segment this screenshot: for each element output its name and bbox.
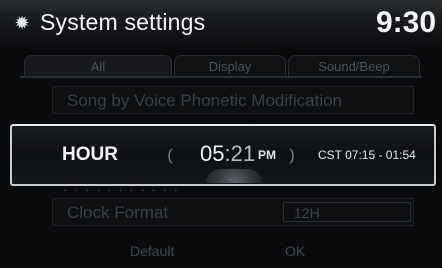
clock-display: 9:30 <box>375 6 436 39</box>
tab-display[interactable]: Display <box>174 55 286 78</box>
list-item-clock-format[interactable]: Clock Format 12H <box>52 198 414 226</box>
time-value: 05:21 <box>200 141 255 167</box>
title-bar: ✹ System settings 9:30 <box>0 0 442 48</box>
settings-tabs: All Display Sound/Beep <box>24 55 420 78</box>
popup-highlight <box>12 124 434 126</box>
dial-knob-icon <box>206 169 262 183</box>
list-item-label: Clock Format <box>67 203 169 222</box>
tab-all[interactable]: All <box>24 55 172 78</box>
ok-button[interactable]: OK <box>285 243 305 259</box>
default-button[interactable]: Default <box>130 243 174 259</box>
tab-sound-beep[interactable]: Sound/Beep <box>288 55 420 78</box>
hour-value: 05 <box>200 141 225 166</box>
clock-format-value: 12H <box>283 202 411 222</box>
time-picker[interactable]: ( 05:21 PM ) <box>162 141 300 183</box>
ampm-indicator: PM <box>258 148 276 162</box>
minute-value: :21 <box>224 141 256 166</box>
list-item-song-by-voice[interactable]: Song by Voice Phonetic Modification <box>52 86 414 114</box>
navigation-screen: ✹ System settings 9:30 All Display Sound… <box>0 0 442 268</box>
tab-divider <box>20 76 422 78</box>
timezone-range: CST 07:15 - 01:54 <box>318 148 416 162</box>
hour-label: HOUR <box>62 144 118 165</box>
scroll-indicator: • • • • • • • • • • • <box>64 186 181 195</box>
page-title: System settings <box>40 9 206 35</box>
list-item-label: Song by Voice Phonetic Modification <box>67 91 343 110</box>
decrease-arrow-icon[interactable]: ( <box>162 145 178 167</box>
increase-arrow-icon[interactable]: ) <box>284 145 300 167</box>
hour-adjust-popup: HOUR ( 05:21 PM ) CST 07:15 - 01:54 <box>10 124 436 186</box>
gear-icon: ✹ <box>14 13 30 33</box>
